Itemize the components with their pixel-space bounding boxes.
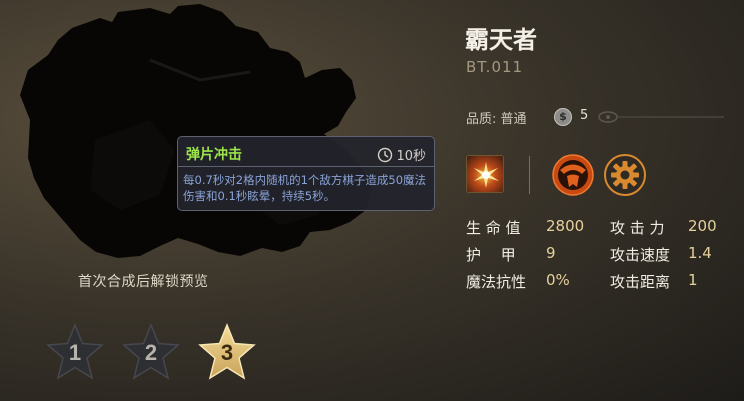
- cost-value: 5: [580, 108, 589, 123]
- hero-code: BT.011: [466, 58, 524, 76]
- clock-icon: [378, 147, 393, 162]
- skill-tooltip: 弹片冲击 10秒 每0.7秒对2格内随机的1个敌方棋子造成50魔法伤害和0.1秒…: [177, 136, 435, 211]
- faction-emblem-icon[interactable]: [552, 154, 594, 196]
- stat-magic-resist-value: 0%: [546, 271, 570, 289]
- stat-hp-value: 2800: [546, 217, 585, 235]
- stat-attack-label: 攻 击 力: [610, 219, 665, 237]
- shrapnel-blast-icon[interactable]: [466, 155, 504, 193]
- skill-description: 每0.7秒对2格内随机的1个敌方棋子造成50魔法伤害和0.1秒眩晕，持续5秒。: [183, 173, 427, 203]
- star-level-label: 2: [144, 340, 158, 365]
- stat-attack-range-value: 1: [688, 271, 698, 289]
- tooltip-divider: [178, 166, 434, 167]
- icon-divider: [529, 156, 530, 194]
- stat-attack-speed-value: 1.4: [688, 244, 712, 262]
- star-level-3-button[interactable]: 3: [196, 322, 258, 382]
- stat-magic-resist-label: 魔法抗性: [466, 273, 527, 291]
- coin-icon: $: [554, 108, 572, 126]
- quality-label: 品质: 普通: [466, 112, 527, 127]
- skill-cooldown: 10秒: [377, 145, 426, 164]
- stat-attack-range-label: 攻击距离: [610, 273, 671, 291]
- mech-gear-icon[interactable]: [604, 154, 646, 196]
- star-level-label: 3: [220, 340, 234, 365]
- unlock-preview-text: 首次合成后解锁预览: [78, 274, 209, 290]
- hero-name: 霸天者: [465, 26, 537, 54]
- stat-armor-value: 9: [546, 244, 556, 262]
- stat-attack-speed-label: 攻击速度: [610, 246, 671, 264]
- star-level-label: 1: [68, 340, 82, 365]
- stat-attack-value: 200: [688, 217, 717, 235]
- skill-name: 弹片冲击: [186, 147, 242, 163]
- decorative-line: [598, 111, 724, 123]
- star-level-2-button[interactable]: 2: [120, 322, 182, 382]
- star-level-1-button[interactable]: 1: [44, 322, 106, 382]
- cooldown-value: 10秒: [396, 149, 426, 164]
- stat-armor-label: 护 甲: [466, 246, 516, 264]
- stat-hp-label: 生 命 值: [466, 219, 521, 237]
